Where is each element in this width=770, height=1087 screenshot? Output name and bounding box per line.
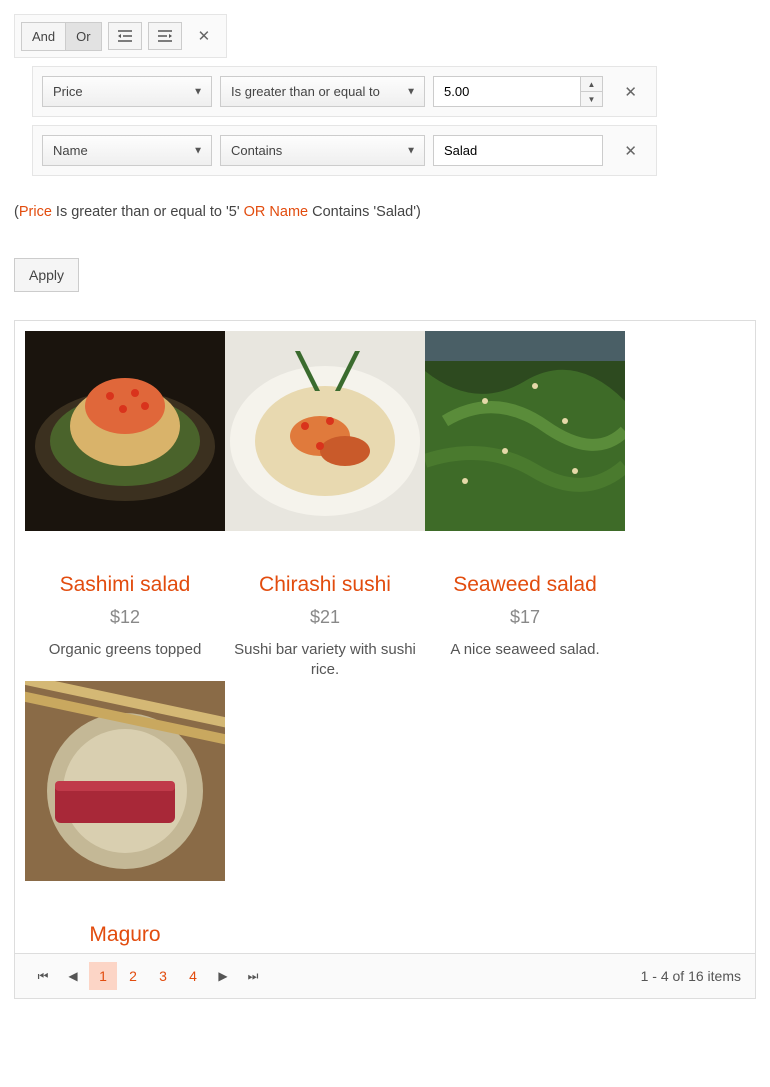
pager-last-button[interactable]: ⏭ (239, 962, 267, 990)
item-title: Seaweed salad (425, 573, 625, 597)
pager-first-button[interactable]: ⏮ (29, 962, 57, 990)
operator-select[interactable]: Contains (220, 135, 425, 166)
listview: Sashimi salad $12 Organic greens topped … (14, 320, 756, 999)
close-icon: ✕ (624, 143, 637, 160)
close-icon: ✕ (624, 84, 637, 101)
expr-field: Price (19, 204, 52, 220)
item-price: $12 (25, 607, 225, 628)
close-icon: ✕ (198, 28, 211, 45)
indent-left-icon (117, 29, 133, 43)
pager: ⏮ ◀ 1 2 3 4 ▶ ⏭ 1 - 4 of 16 items (15, 953, 755, 998)
expression-preview: (Price Is greater than or equal to '5' O… (14, 204, 756, 220)
field-select[interactable]: Price (42, 76, 212, 107)
list-item: Sashimi salad $12 Organic greens topped (25, 331, 225, 681)
filter-row: Name ▼ Contains ▼ ✕ (32, 125, 657, 176)
pager-page-4[interactable]: 4 (179, 962, 207, 990)
list-item: Seaweed salad $17 A nice seaweed salad. (425, 331, 625, 681)
item-title: Chirashi sushi (225, 573, 425, 597)
remove-filter-button[interactable]: ✕ (614, 136, 647, 166)
pager-page-3[interactable]: 3 (149, 962, 177, 990)
item-title: Maguro (25, 923, 225, 947)
expr-field: Name (265, 204, 308, 220)
filter-toolbar: And Or ✕ (14, 14, 227, 58)
or-button[interactable]: Or (66, 22, 101, 51)
last-page-icon: ⏭ (248, 969, 259, 984)
field-select[interactable]: Name (42, 135, 212, 166)
next-page-icon: ▶ (218, 969, 227, 983)
value-input[interactable] (433, 76, 603, 107)
first-page-icon: ⏮ (38, 969, 49, 984)
item-desc: A nice seaweed salad. (425, 640, 625, 660)
item-image (225, 331, 425, 531)
item-image (25, 331, 225, 531)
clear-all-button[interactable]: ✕ (188, 21, 221, 51)
add-expression-button[interactable] (108, 22, 142, 50)
number-spinners: ▲ ▼ (580, 77, 602, 106)
item-desc: Sushi bar variety with sushi rice. (225, 640, 425, 681)
listview-content[interactable]: Sashimi salad $12 Organic greens topped … (15, 321, 755, 953)
item-desc: Organic greens topped (25, 640, 225, 660)
pager-page-2[interactable]: 2 (119, 962, 147, 990)
filter-row: Price ▼ Is greater than or equal to ▼ ▲ … (32, 66, 657, 117)
list-item: Maguro $12.5 Tuna pieces. (25, 681, 225, 954)
spin-up-button[interactable]: ▲ (581, 77, 602, 92)
pager-nav: ⏮ ◀ 1 2 3 4 ▶ ⏭ (29, 962, 267, 990)
add-group-button[interactable] (148, 22, 182, 50)
item-image (25, 681, 225, 881)
value-input[interactable] (433, 135, 603, 166)
filter-rows: Price ▼ Is greater than or equal to ▼ ▲ … (32, 66, 756, 176)
indent-right-icon (157, 29, 173, 43)
pager-page-1[interactable]: 1 (89, 962, 117, 990)
and-button[interactable]: And (21, 22, 66, 51)
remove-filter-button[interactable]: ✕ (614, 77, 647, 107)
pager-prev-button[interactable]: ◀ (59, 962, 87, 990)
operator-select[interactable]: Is greater than or equal to (220, 76, 425, 107)
item-image (425, 331, 625, 531)
item-price: $17 (425, 607, 625, 628)
list-item: Chirashi sushi $21 Sushi bar variety wit… (225, 331, 425, 681)
prev-page-icon: ◀ (68, 969, 77, 983)
item-price: $21 (225, 607, 425, 628)
pager-next-button[interactable]: ▶ (209, 962, 237, 990)
logic-group: And Or (21, 22, 102, 51)
expr-or: OR (244, 204, 266, 220)
apply-button[interactable]: Apply (14, 258, 79, 292)
pager-info: 1 - 4 of 16 items (641, 968, 741, 984)
item-title: Sashimi salad (25, 573, 225, 597)
spin-down-button[interactable]: ▼ (581, 92, 602, 106)
